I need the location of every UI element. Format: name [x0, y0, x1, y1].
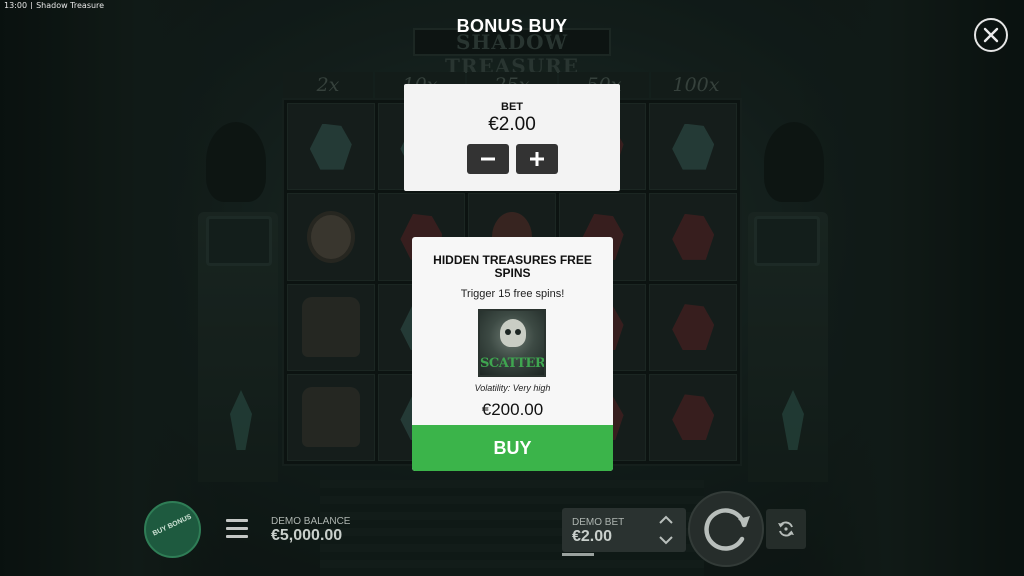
bet-card: BET €2.00 [404, 84, 620, 191]
offer-title: HIDDEN TREASURES FREE SPINS [433, 253, 592, 280]
offer-volatility: Volatility: Very high [474, 383, 551, 393]
spin-icon [704, 508, 750, 551]
offer-description: Trigger 15 free spins! [460, 288, 565, 300]
status-app-title: Shadow Treasure [36, 1, 105, 10]
menu-button[interactable] [226, 519, 248, 539]
scatter-symbol-image: SCATTER [478, 309, 546, 377]
demo-balance-label: DEMO BALANCE [271, 516, 351, 527]
autoplay-icon [778, 521, 794, 537]
plus-icon [530, 152, 544, 166]
demo-balance-value: €5,000.00 [271, 527, 343, 544]
chevron-down-icon[interactable] [658, 534, 674, 546]
buy-bonus-label: BUY BONUS [151, 513, 193, 538]
bonus-offer-card: HIDDEN TREASURES FREE SPINS Trigger 15 f… [412, 237, 613, 471]
scatter-symbol-text: SCATTER [480, 356, 546, 371]
spin-button[interactable] [688, 491, 764, 567]
bet-value: €2.00 [488, 114, 536, 135]
buy-bonus-button[interactable]: BUY BONUS [144, 501, 201, 558]
decrease-bet-button[interactable] [467, 144, 509, 174]
status-time: 13:00 [4, 1, 28, 10]
menu-icon [226, 519, 248, 538]
autoplay-button[interactable] [766, 509, 806, 549]
minus-icon [481, 157, 495, 161]
increase-bet-button[interactable] [516, 144, 558, 174]
offer-price: €200.00 [481, 400, 544, 419]
bet-level-indicator [562, 553, 594, 556]
bet-label: BET [501, 101, 523, 113]
demo-bet-panel: DEMO BET €2.00 [562, 508, 686, 556]
close-icon [983, 27, 999, 43]
demo-bet-value: €2.00 [572, 528, 613, 545]
chevron-up-icon[interactable] [658, 514, 674, 526]
modal-title: BONUS BUY [456, 16, 568, 36]
buy-button[interactable]: BUY [412, 425, 613, 471]
close-button[interactable] [974, 18, 1008, 52]
demo-bet-label: DEMO BET [572, 517, 625, 528]
skull-icon [500, 319, 526, 347]
status-bar: 13:00 Shadow Treasure [4, 0, 104, 11]
